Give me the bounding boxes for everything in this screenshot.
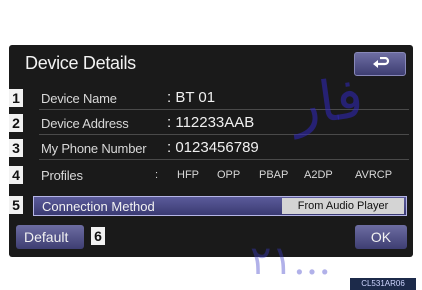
connection-method-label: Connection Method bbox=[42, 199, 155, 214]
image-code: CL531AR06 bbox=[350, 278, 416, 290]
row-value: : BT 01 bbox=[167, 89, 216, 106]
row-profiles: 4 Profiles : HFP OPP PBAP A2DP AVRCP bbox=[9, 166, 413, 186]
row-number: 5 bbox=[9, 196, 23, 214]
row-number: 2 bbox=[9, 114, 23, 132]
row-phone-number: 3 My Phone Number : 0123456789 bbox=[9, 139, 413, 159]
back-button[interactable] bbox=[354, 52, 406, 76]
row-label: Profiles bbox=[41, 168, 83, 183]
row-label: My Phone Number bbox=[41, 141, 147, 156]
connection-method-value: From Audio Player bbox=[282, 198, 404, 214]
ok-button[interactable]: OK bbox=[355, 225, 407, 249]
row-value: : 112233AAB bbox=[167, 114, 255, 131]
divider bbox=[39, 109, 409, 110]
row-device-address: 2 Device Address : 112233AAB bbox=[9, 114, 413, 134]
profile-pbap: PBAP bbox=[259, 169, 289, 181]
back-arrow-icon bbox=[373, 57, 390, 68]
row-number: 3 bbox=[9, 139, 23, 157]
row-label: Device Name bbox=[41, 91, 117, 106]
connection-method-button[interactable]: Connection Method From Audio Player bbox=[33, 196, 407, 216]
row-number: 1 bbox=[9, 89, 23, 107]
divider bbox=[39, 134, 409, 135]
device-details-screen: Device Details 1 Device Name : BT 01 2 D… bbox=[9, 45, 413, 257]
profile-a2dp: A2DP bbox=[304, 169, 333, 181]
row-value: : 0123456789 bbox=[167, 139, 259, 156]
divider bbox=[39, 159, 409, 160]
profile-opp: OPP bbox=[217, 169, 241, 181]
row-device-name: 1 Device Name : BT 01 bbox=[9, 89, 413, 109]
page-title: Device Details bbox=[25, 53, 136, 73]
row-number: 6 bbox=[91, 227, 105, 245]
default-button[interactable]: Default bbox=[16, 225, 84, 249]
profiles-colon: : bbox=[155, 169, 159, 181]
profile-avrcp: AVRCP bbox=[355, 169, 393, 181]
profile-hfp: HFP bbox=[177, 169, 199, 181]
row-number: 4 bbox=[9, 166, 23, 184]
row-label: Device Address bbox=[41, 116, 129, 131]
